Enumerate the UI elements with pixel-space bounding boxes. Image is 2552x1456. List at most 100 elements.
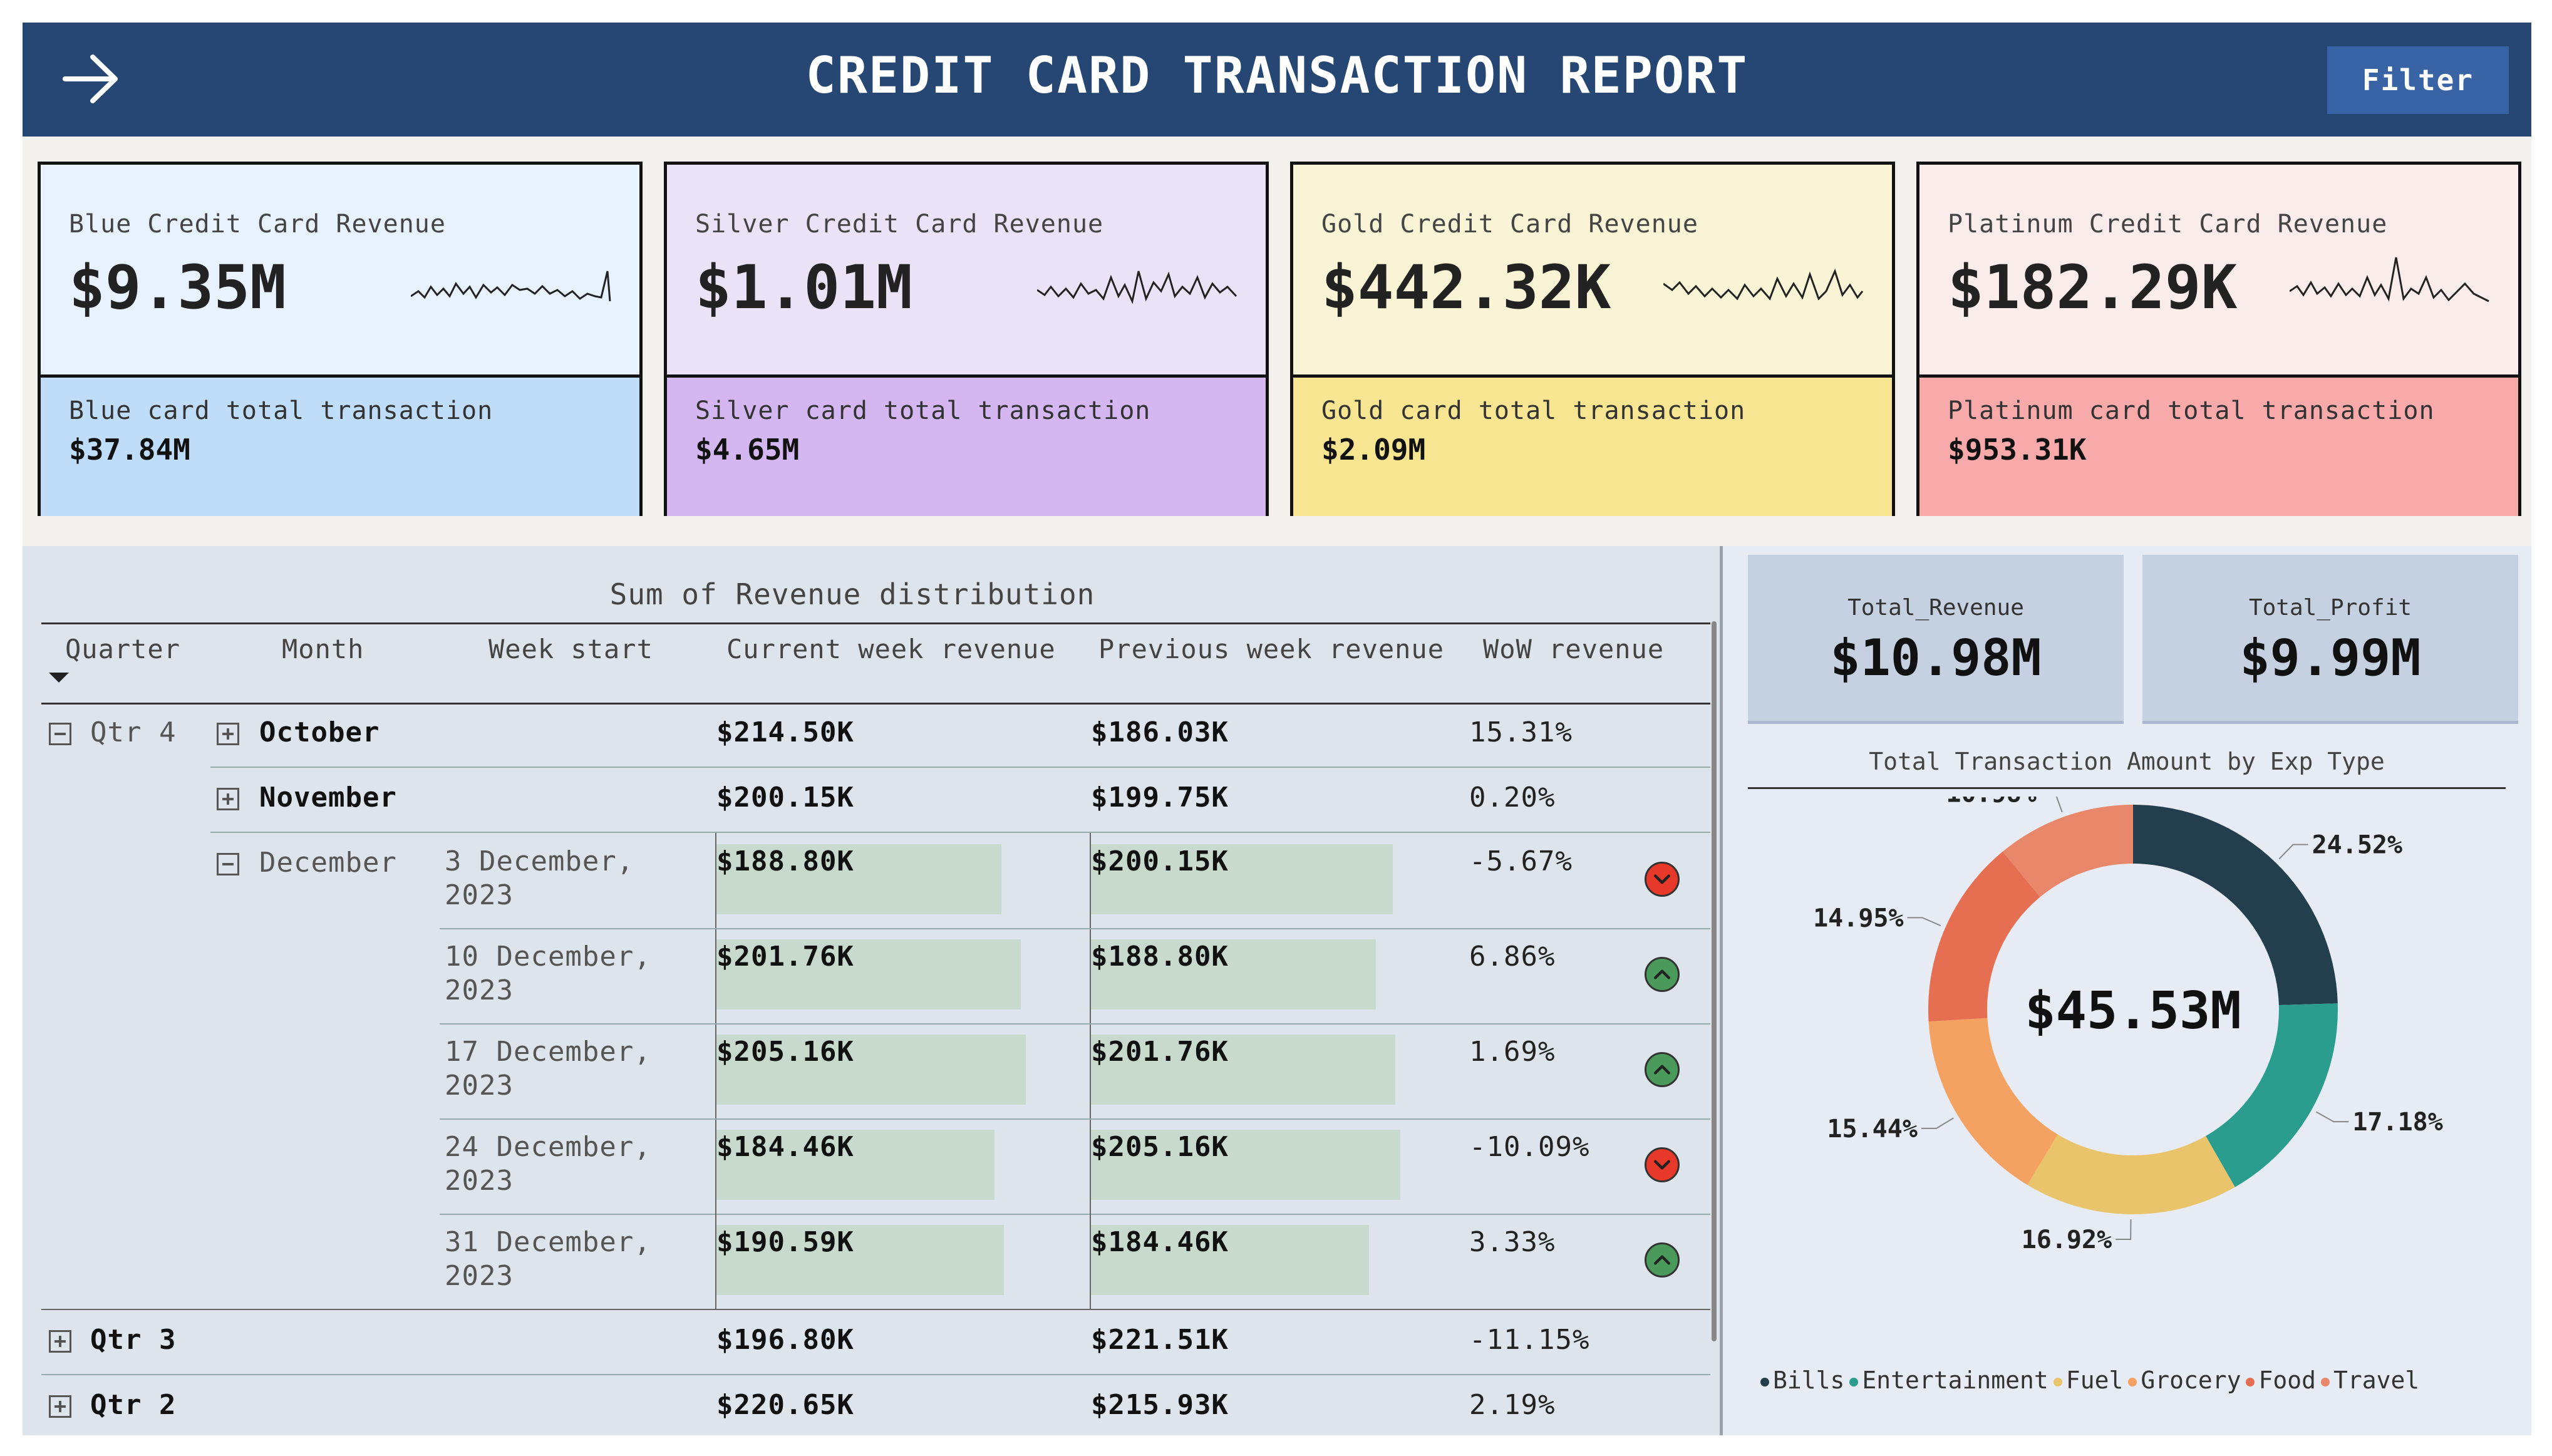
card-label: Blue Credit Card Revenue — [69, 210, 446, 239]
card-sub-value: $953.31K — [1948, 433, 2087, 467]
donut-chart: 24.52% 17.18% 16.92% 15.44% 14.95% 10.98% $45.… — [1813, 797, 2443, 1254]
legend-label: Bills — [1773, 1366, 1845, 1394]
sparkline — [2290, 257, 2489, 302]
gold-card-kpi: Gold Credit Card Revenue $442.32K Gold c… — [1290, 162, 1895, 516]
card-bottom: Platinum card total transaction $953.31K — [1919, 378, 2518, 516]
expand-icon[interactable] — [49, 1395, 71, 1418]
donut-slice-grocery[interactable] — [1928, 1018, 2058, 1185]
leader-line — [2115, 1219, 2132, 1240]
report-header: CREDIT CARD TRANSACTION REPORT Filter — [23, 23, 2531, 137]
week-start-year: 2023 — [445, 1260, 514, 1292]
current-revenue: $200.15K — [716, 782, 854, 813]
card-bottom: Gold card total transaction $2.09M — [1293, 378, 1892, 516]
legend-dot — [2246, 1377, 2255, 1386]
column-header-week-start[interactable]: Week start — [488, 634, 653, 664]
legend-label: Fuel — [2065, 1366, 2124, 1394]
card-sub-value: $37.84M — [69, 433, 190, 467]
sort-down-icon[interactable] — [48, 670, 70, 685]
slice-percent-label: 14.95% — [1813, 904, 1904, 932]
leader-line — [2055, 797, 2063, 813]
total-revenue-value: $10.98M — [1830, 629, 2042, 687]
card-top: Blue Credit Card Revenue $9.35M — [41, 165, 639, 378]
legend-item-bills[interactable]: Bills — [1760, 1366, 1844, 1394]
quarter-label: Qtr 4 — [90, 716, 177, 748]
wow-revenue: 15.31% — [1469, 716, 1573, 748]
expand-icon[interactable] — [49, 1330, 71, 1353]
week-start-year: 2023 — [445, 879, 514, 911]
card-value: $1.01M — [695, 252, 912, 323]
blue-card-kpi: Blue Credit Card Revenue $9.35M Blue car… — [38, 162, 643, 516]
month-label: December — [259, 847, 397, 879]
trend-down-icon — [1645, 1147, 1680, 1182]
platinum-card-kpi: Platinum Credit Card Revenue $182.29K Pl… — [1916, 162, 2521, 516]
donut-slice-fuel[interactable] — [2027, 1134, 2235, 1214]
total-profit-card: Total_Profit $9.99M — [2142, 555, 2518, 724]
donut-slice-bills[interactable] — [2133, 805, 2338, 1006]
sparkline — [1037, 271, 1237, 304]
column-header-wow-revenue[interactable]: WoW revenue — [1483, 634, 1664, 664]
donut-chart-title: Total Transaction Amount by Exp Type — [1869, 748, 2385, 775]
legend-item-grocery[interactable]: Grocery — [2128, 1366, 2241, 1394]
sparkline — [411, 271, 611, 302]
quarter-label: Qtr 3 — [90, 1324, 177, 1356]
expand-icon[interactable] — [217, 723, 239, 745]
collapse-icon[interactable] — [217, 853, 239, 875]
divider — [41, 622, 1710, 624]
wow-revenue: -5.67% — [1469, 845, 1573, 877]
column-header-month[interactable]: Month — [282, 634, 364, 664]
legend-label: Food — [2258, 1366, 2316, 1394]
wow-revenue: 1.69% — [1469, 1036, 1556, 1068]
week-start: 24 December, — [445, 1131, 651, 1163]
card-label: Silver Credit Card Revenue — [695, 210, 1104, 239]
wow-revenue: 0.20% — [1469, 782, 1556, 813]
expand-icon[interactable] — [217, 788, 239, 810]
divider — [440, 928, 1710, 929]
slice-percent-label: 17.18% — [2352, 1108, 2443, 1137]
card-top: Silver Credit Card Revenue $1.01M — [667, 165, 1266, 378]
previous-revenue: $201.76K — [1091, 1036, 1229, 1068]
legend-item-food[interactable]: Food — [2246, 1366, 2316, 1394]
card-sub-label: Gold card total transaction — [1321, 396, 1746, 425]
current-revenue: $196.80K — [716, 1324, 854, 1356]
column-header-quarter[interactable]: Quarter — [65, 634, 180, 664]
card-value: $9.35M — [69, 252, 286, 323]
legend-item-entertainment[interactable]: Entertainment — [1849, 1366, 2048, 1394]
column-header-previous-week-revenue[interactable]: Previous week revenue — [1098, 634, 1444, 664]
total-profit-value: $9.99M — [2239, 629, 2421, 687]
current-revenue: $190.59K — [716, 1226, 854, 1258]
divider — [440, 1023, 1710, 1025]
divider — [210, 832, 1710, 833]
week-start: 3 December, — [445, 845, 634, 877]
legend-item-travel[interactable]: Travel — [2321, 1366, 2419, 1394]
total-revenue-label: Total_Revenue — [1847, 595, 2024, 621]
wow-revenue: 6.86% — [1469, 941, 1556, 973]
trend-up-icon — [1645, 1052, 1680, 1087]
previous-revenue: $186.03K — [1091, 716, 1229, 748]
previous-revenue: $188.80K — [1091, 941, 1229, 973]
page-title: CREDIT CARD TRANSACTION REPORT — [805, 46, 1749, 105]
divider — [210, 767, 1710, 768]
column-header-current-week-revenue[interactable]: Current week revenue — [726, 634, 1056, 664]
card-sub-label: Blue card total transaction — [69, 396, 493, 425]
previous-revenue: $200.15K — [1091, 845, 1229, 877]
slice-percent-label: 16.92% — [2022, 1226, 2112, 1254]
total-profit-label: Total_Profit — [2248, 595, 2412, 621]
week-start: 17 December, — [445, 1036, 651, 1068]
card-label: Platinum Credit Card Revenue — [1948, 210, 2388, 239]
leader-line — [2315, 1111, 2349, 1123]
previous-revenue: $205.16K — [1091, 1131, 1229, 1163]
current-revenue: $188.80K — [716, 845, 854, 877]
wow-revenue: 2.19% — [1469, 1389, 1556, 1421]
card-top: Gold Credit Card Revenue $442.32K — [1293, 165, 1892, 378]
card-bottom: Silver card total transaction $4.65M — [667, 378, 1266, 516]
scrollbar[interactable] — [1712, 621, 1717, 1341]
collapse-icon[interactable] — [49, 723, 71, 745]
donut-slice-food[interactable] — [1928, 851, 2040, 1022]
chart-legend: Bills Entertainment Fuel Grocery Food Travel — [1760, 1366, 2424, 1394]
filter-button[interactable]: Filter — [2327, 46, 2509, 114]
legend-item-fuel[interactable]: Fuel — [2053, 1366, 2124, 1394]
leader-line — [1907, 917, 1941, 927]
current-revenue: $220.65K — [716, 1389, 854, 1421]
week-start-year: 2023 — [445, 1165, 514, 1197]
legend-dot — [2053, 1377, 2062, 1386]
